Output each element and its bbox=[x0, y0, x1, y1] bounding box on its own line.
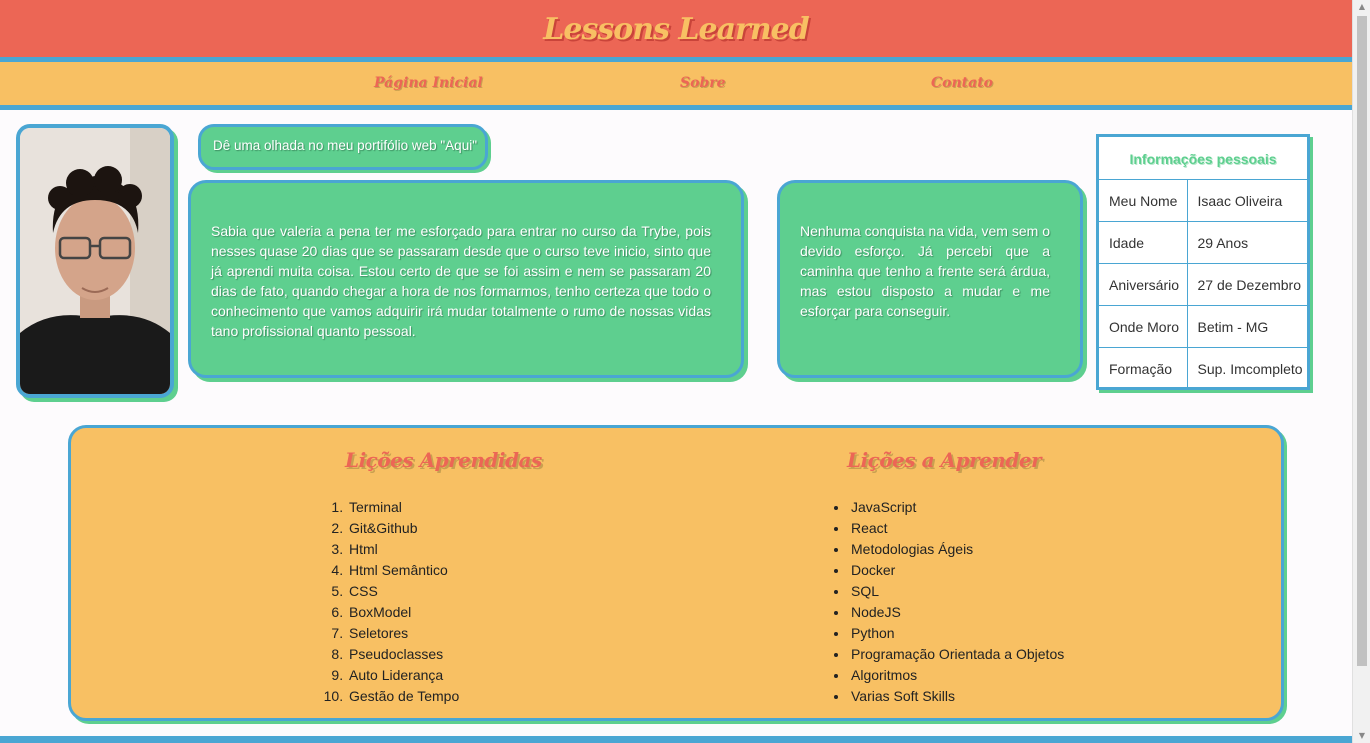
info-value: Sup. Imcompleto bbox=[1187, 347, 1307, 390]
nav-link-home[interactable]: Página Inicial bbox=[374, 75, 483, 91]
personal-info-table: Informações pessoais Meu Nome Isaac Oliv… bbox=[1096, 134, 1310, 390]
list-item: Seletores bbox=[347, 623, 459, 644]
list-item: NodeJS bbox=[849, 602, 1064, 623]
scroll-up-icon[interactable]: ▲ bbox=[1353, 0, 1370, 14]
list-item: Algoritmos bbox=[849, 665, 1064, 686]
to-learn-title: Lições a Aprender bbox=[847, 448, 1042, 472]
table-row: Onde Moro Betim - MG bbox=[1099, 305, 1307, 348]
list-item: Programação Orientada a Objetos bbox=[849, 644, 1064, 665]
table-row: Formação Sup. Imcompleto bbox=[1099, 347, 1307, 390]
list-item: JavaScript bbox=[849, 497, 1064, 518]
quote-card: Nenhuma conquista na vida, vem sem o dev… bbox=[777, 180, 1083, 378]
vertical-scrollbar[interactable]: ▲ ▼ bbox=[1352, 0, 1370, 743]
learned-list: Terminal Git&Github Html Html Semântico … bbox=[347, 497, 459, 707]
scrollbar-thumb[interactable] bbox=[1357, 16, 1367, 666]
list-item: Terminal bbox=[347, 497, 459, 518]
footer-bar bbox=[0, 736, 1352, 743]
list-item: Python bbox=[849, 623, 1064, 644]
info-value: Betim - MG bbox=[1187, 305, 1307, 348]
lessons-section: Lições Aprendidas Terminal Git&Github Ht… bbox=[68, 425, 1284, 721]
info-label: Aniversário bbox=[1099, 263, 1188, 306]
main-nav: Página Inicial Sobre Contato bbox=[0, 62, 1352, 110]
site-title: Lessons Learned bbox=[543, 12, 809, 47]
nav-link-contact[interactable]: Contato bbox=[931, 75, 993, 91]
list-item: Git&Github bbox=[347, 518, 459, 539]
nav-link-about[interactable]: Sobre bbox=[680, 75, 726, 91]
scroll-down-icon[interactable]: ▼ bbox=[1353, 729, 1370, 743]
learned-title: Lições Aprendidas bbox=[345, 448, 542, 472]
info-value: 27 de Dezembro bbox=[1187, 263, 1307, 306]
table-row: Meu Nome Isaac Oliveira bbox=[1099, 179, 1307, 222]
profile-photo bbox=[16, 124, 174, 398]
personal-info-caption: Informações pessoais bbox=[1129, 151, 1277, 167]
list-item: Docker bbox=[849, 560, 1064, 581]
list-item: Gestão de Tempo bbox=[347, 686, 459, 707]
list-item: CSS bbox=[347, 581, 459, 602]
list-item: Varias Soft Skills bbox=[849, 686, 1064, 707]
list-item: Metodologias Ágeis bbox=[849, 539, 1064, 560]
quote-text: Nenhuma conquista na vida, vem sem o dev… bbox=[800, 223, 1050, 319]
info-value: 29 Anos bbox=[1187, 221, 1307, 264]
portfolio-link[interactable]: Dê uma olhada no meu portifólio web "Aqu… bbox=[198, 124, 488, 170]
list-item: Auto Liderança bbox=[347, 665, 459, 686]
info-label: Formação bbox=[1099, 347, 1188, 390]
table-row: Idade 29 Anos bbox=[1099, 221, 1307, 264]
list-item: React bbox=[849, 518, 1064, 539]
table-row: Aniversário 27 de Dezembro bbox=[1099, 263, 1307, 306]
list-item: SQL bbox=[849, 581, 1064, 602]
intro-text: Sabia que valeria a pena ter me esforçad… bbox=[211, 223, 711, 339]
list-item: Html bbox=[347, 539, 459, 560]
to-learn-list: JavaScript React Metodologias Ágeis Dock… bbox=[849, 497, 1064, 707]
info-value: Isaac Oliveira bbox=[1187, 179, 1307, 222]
info-label: Idade bbox=[1099, 221, 1188, 264]
list-item: Pseudoclasses bbox=[347, 644, 459, 665]
profile-photo-image bbox=[20, 128, 170, 394]
site-header: Lessons Learned bbox=[0, 0, 1352, 62]
info-label: Meu Nome bbox=[1099, 179, 1188, 222]
list-item: Html Semântico bbox=[347, 560, 459, 581]
info-label: Onde Moro bbox=[1099, 305, 1188, 348]
list-item: BoxModel bbox=[347, 602, 459, 623]
intro-card: Sabia que valeria a pena ter me esforçad… bbox=[188, 180, 744, 378]
